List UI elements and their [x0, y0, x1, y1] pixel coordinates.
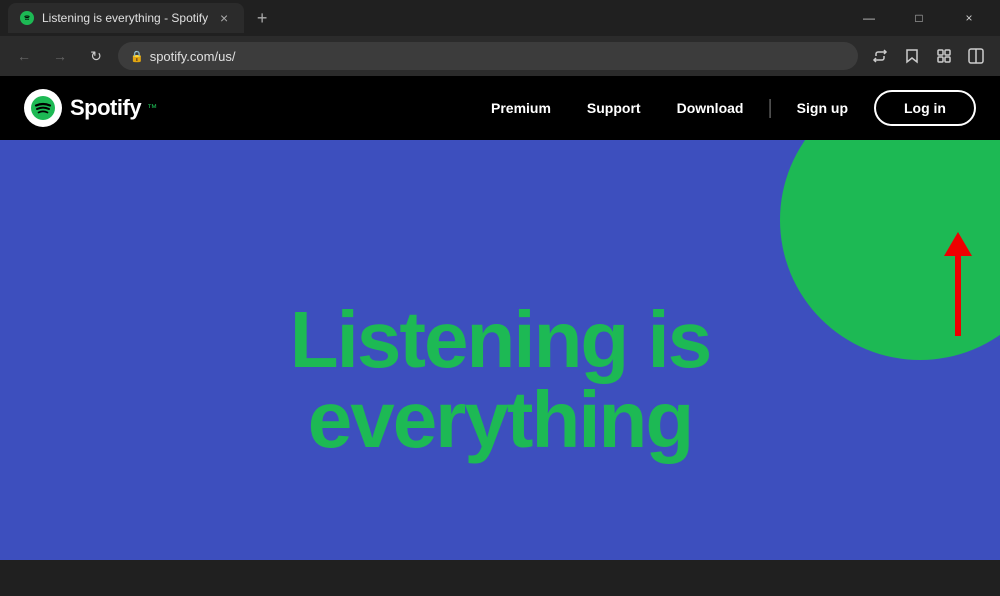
- red-arrow-annotation: [944, 232, 972, 336]
- window-controls: — □ ×: [846, 3, 992, 33]
- tab-favicon: [20, 11, 34, 25]
- browser-chrome: Listening is everything - Spotify × + — …: [0, 0, 1000, 76]
- nav-divider: |: [767, 97, 772, 120]
- active-tab[interactable]: Listening is everything - Spotify ×: [8, 3, 244, 33]
- address-bar: ← → ↻ 🔒 spotify.com/us/: [0, 36, 1000, 76]
- tab-close-btn[interactable]: ×: [216, 10, 232, 26]
- hero-text: Listening is everything: [290, 300, 711, 460]
- profile-icon[interactable]: [962, 42, 990, 70]
- arrow-shaft: [955, 256, 961, 336]
- extensions-icon[interactable]: [930, 42, 958, 70]
- tab-title: Listening is everything - Spotify: [42, 11, 208, 25]
- signup-button[interactable]: Sign up: [779, 100, 866, 116]
- hero-heading-line1: Listening is: [290, 300, 711, 380]
- title-bar: Listening is everything - Spotify × + — …: [0, 0, 1000, 36]
- arrow-head: [944, 232, 972, 256]
- spotify-logo-label: Spotify: [70, 95, 141, 121]
- hero-section: Listening is everything: [0, 140, 1000, 560]
- support-link[interactable]: Support: [569, 100, 659, 116]
- tab-area: Listening is everything - Spotify × +: [8, 3, 846, 33]
- back-button[interactable]: ←: [10, 42, 38, 70]
- maximize-button[interactable]: □: [896, 3, 942, 33]
- spotify-logo[interactable]: Spotify ™: [24, 89, 157, 127]
- trademark-symbol: ™: [147, 103, 157, 114]
- lock-icon: 🔒: [130, 50, 144, 63]
- new-tab-button[interactable]: +: [248, 4, 276, 32]
- spotify-navbar: Spotify ™ Premium Support Download | Sig…: [0, 76, 1000, 140]
- url-text: spotify.com/us/: [150, 49, 236, 64]
- url-bar[interactable]: 🔒 spotify.com/us/: [118, 42, 858, 70]
- close-button[interactable]: ×: [946, 3, 992, 33]
- spotify-logo-icon: [24, 89, 62, 127]
- hero-heading-line2: everything: [290, 380, 711, 460]
- minimize-button[interactable]: —: [846, 3, 892, 33]
- nav-links: Premium Support Download | Sign up Log i…: [473, 90, 976, 126]
- forward-button[interactable]: →: [46, 42, 74, 70]
- share-icon[interactable]: [866, 42, 894, 70]
- toolbar-icons: [866, 42, 990, 70]
- hero-heading: Listening is everything: [290, 300, 711, 460]
- bookmark-icon[interactable]: [898, 42, 926, 70]
- refresh-button[interactable]: ↻: [82, 42, 110, 70]
- premium-link[interactable]: Premium: [473, 100, 569, 116]
- login-button[interactable]: Log in: [874, 90, 976, 126]
- download-link[interactable]: Download: [659, 100, 762, 116]
